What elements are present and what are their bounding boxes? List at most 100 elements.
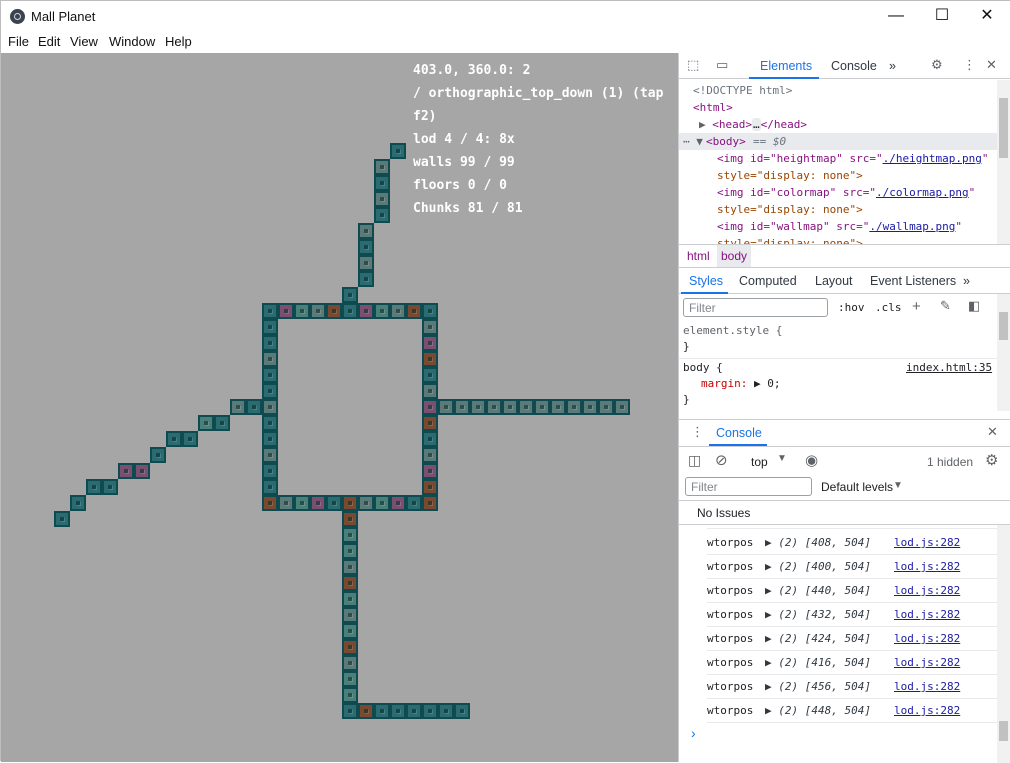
margin-value[interactable]: ▶ 0; — [754, 377, 781, 390]
log-source-link[interactable]: lod.js:282 — [894, 531, 960, 555]
log-value[interactable]: ▶ (2) [456, 504] — [765, 675, 871, 699]
inspect-element-icon[interactable]: ⬚ — [687, 57, 699, 73]
console-log-row[interactable]: wtorpos ▶ (2) [432, 504] lod.js:282 — [707, 603, 997, 627]
more-tabs-button[interactable]: » — [889, 59, 896, 73]
wall-tile — [342, 703, 358, 719]
menu-view[interactable]: View — [70, 34, 98, 49]
console-settings-icon[interactable]: ⚙ — [985, 451, 998, 469]
console-log-row[interactable]: wtorpos ▶ (2) [456, 504] lod.js:282 — [707, 675, 997, 699]
log-value[interactable]: ▶ (2) [440, 504] — [765, 579, 871, 603]
minimize-button[interactable]: — — [873, 1, 919, 31]
sidebar-toggle-icon[interactable]: ◧ — [968, 298, 980, 314]
log-value[interactable]: ▶ (2) [408, 504] — [765, 531, 871, 555]
log-source-link[interactable]: lod.js:282 — [894, 699, 960, 723]
log-source-link[interactable]: lod.js:282 — [894, 675, 960, 699]
console-log-row[interactable]: wtorpos ▶ (2) [440, 504] lod.js:282 — [707, 579, 997, 603]
console-prompt[interactable]: › — [691, 725, 696, 741]
log-source-link[interactable]: lod.js:282 — [894, 627, 960, 651]
console-log-row[interactable]: wtorpos ▶ (2) [424, 504] lod.js:282 — [707, 627, 997, 651]
clear-console-icon[interactable]: ⊘ — [715, 451, 728, 469]
log-value[interactable]: ▶ (2) [424, 504] — [765, 627, 871, 651]
log-value[interactable]: ▶ (2) [432, 504] — [765, 603, 871, 627]
chevron-down-icon[interactable]: ▼ — [777, 453, 787, 464]
console-log-row[interactable]: wtorpos ▶ (2) [416, 504] lod.js:282 — [707, 651, 997, 675]
log-value[interactable]: ▶ (2) [400, 504] — [765, 555, 871, 579]
console-scrollbar[interactable] — [997, 525, 1010, 763]
menu-window[interactable]: Window — [109, 34, 155, 49]
menu-file[interactable]: File — [8, 34, 29, 49]
dom-head-row[interactable]: ▶ <head>…</head> — [699, 116, 807, 133]
sidebar-icon[interactable]: ◫ — [688, 452, 701, 469]
close-button[interactable]: ✕ — [964, 1, 1010, 31]
dom-head-ellipsis[interactable]: … — [752, 118, 761, 131]
tab-computed[interactable]: Computed — [739, 274, 797, 288]
log-label: wtorpos — [707, 656, 754, 669]
styles-scroll-thumb[interactable] — [999, 312, 1008, 340]
dom-img-src-link[interactable]: ./wallmap.png — [869, 220, 955, 233]
log-source-link[interactable]: lod.js:282 — [894, 603, 960, 627]
wall-tile — [326, 495, 342, 511]
paint-brush-icon[interactable]: ✎ — [940, 298, 951, 314]
wall-tile — [70, 495, 86, 511]
new-style-rule-icon[interactable]: + — [912, 298, 921, 315]
tab-event-listeners[interactable]: Event Listeners — [870, 274, 956, 288]
game-canvas[interactable]: 403.0, 360.0: 2 / orthographic_top_down … — [1, 53, 678, 762]
close-devtools-icon[interactable]: ✕ — [986, 57, 997, 73]
dom-scroll-thumb[interactable] — [999, 98, 1008, 158]
log-value[interactable]: ▶ (2) [416, 504] — [765, 651, 871, 675]
kebab-menu-icon[interactable]: ⋮ — [963, 57, 976, 73]
console-scroll-thumb[interactable] — [999, 721, 1008, 741]
dom-body-row[interactable]: ⋯ ▼ <body> == $0 — [679, 133, 997, 150]
chevron-down-icon[interactable]: ▼ — [893, 480, 903, 491]
margin-property[interactable]: margin: — [701, 377, 747, 390]
console-filter-input[interactable]: Filter — [685, 477, 812, 496]
dom-head[interactable]: <head> — [712, 118, 752, 131]
menu-help[interactable]: Help — [165, 34, 192, 49]
styles-scrollbar[interactable] — [997, 294, 1010, 411]
tab-console[interactable]: Console — [831, 59, 877, 73]
device-toolbar-icon[interactable]: ▭ — [716, 57, 728, 73]
log-label: wtorpos — [707, 608, 754, 621]
gear-icon[interactable]: ⚙ — [931, 57, 943, 73]
body-selector[interactable]: body { — [683, 360, 723, 376]
console-log-row[interactable]: wtorpos ▶ (2) [408, 504] lod.js:282 — [707, 531, 997, 555]
tab-styles[interactable]: Styles — [689, 274, 723, 288]
tab-elements[interactable]: Elements — [760, 59, 812, 73]
log-levels-dropdown[interactable]: Default levels — [821, 480, 893, 494]
drawer-tab-console[interactable]: Console — [716, 426, 762, 440]
dom-scrollbar[interactable] — [997, 80, 1010, 244]
log-source-link[interactable]: lod.js:282 — [894, 579, 960, 603]
breadcrumb-body[interactable]: body — [717, 245, 752, 267]
dom-body[interactable]: <body> — [706, 133, 746, 150]
close-drawer-icon[interactable]: ✕ — [987, 424, 998, 440]
context-select[interactable]: top — [751, 455, 768, 469]
dom-img-heightmap[interactable]: <img id="heightmap" src="./heightmap.png… — [717, 150, 989, 167]
log-source-link[interactable]: lod.js:282 — [894, 555, 960, 579]
log-source-link[interactable]: lod.js:282 — [894, 651, 960, 675]
dom-img-open: <img id="colormap" src=" — [717, 186, 876, 199]
hov-toggle[interactable]: :hov — [838, 301, 865, 314]
styles-filter-input[interactable]: Filter — [683, 298, 828, 317]
console-log-row[interactable]: wtorpos ▶ (2) [400, 504] lod.js:282 — [707, 555, 997, 579]
menu-edit[interactable]: Edit — [38, 34, 60, 49]
console-log-row[interactable]: wtorpos ▶ (2) [448, 504] lod.js:282 — [707, 699, 997, 723]
app-window: Mall Planet — ☐ ✕ File Edit View Window … — [0, 0, 1010, 763]
style-source-link[interactable]: index.html:35 — [906, 360, 992, 376]
tab-layout[interactable]: Layout — [815, 274, 853, 288]
dom-img-colormap[interactable]: <img id="colormap" src="./colormap.png" — [717, 184, 975, 201]
dom-html[interactable]: <html> — [693, 99, 733, 116]
margin-declaration[interactable]: margin: ▶ 0; — [701, 376, 780, 392]
more-subtabs-button[interactable]: » — [963, 274, 970, 288]
maximize-button[interactable]: ☐ — [919, 1, 965, 31]
issues-status[interactable]: No Issues — [697, 506, 750, 520]
dom-img-wallmap[interactable]: <img id="wallmap" src="./wallmap.png" — [717, 218, 962, 235]
dom-img-src-link[interactable]: ./colormap.png — [876, 186, 969, 199]
dom-img-src-link[interactable]: ./heightmap.png — [883, 152, 982, 165]
cls-toggle[interactable]: .cls — [875, 301, 902, 314]
dom-img-style: style="display: none"> — [717, 203, 863, 216]
element-style-selector[interactable]: element.style { — [683, 323, 782, 339]
log-value[interactable]: ▶ (2) [448, 504] — [765, 699, 871, 723]
drawer-menu-icon[interactable]: ⋮ — [691, 424, 704, 440]
breadcrumb-html[interactable]: html — [683, 249, 714, 263]
eye-icon[interactable]: ◉ — [805, 451, 818, 469]
